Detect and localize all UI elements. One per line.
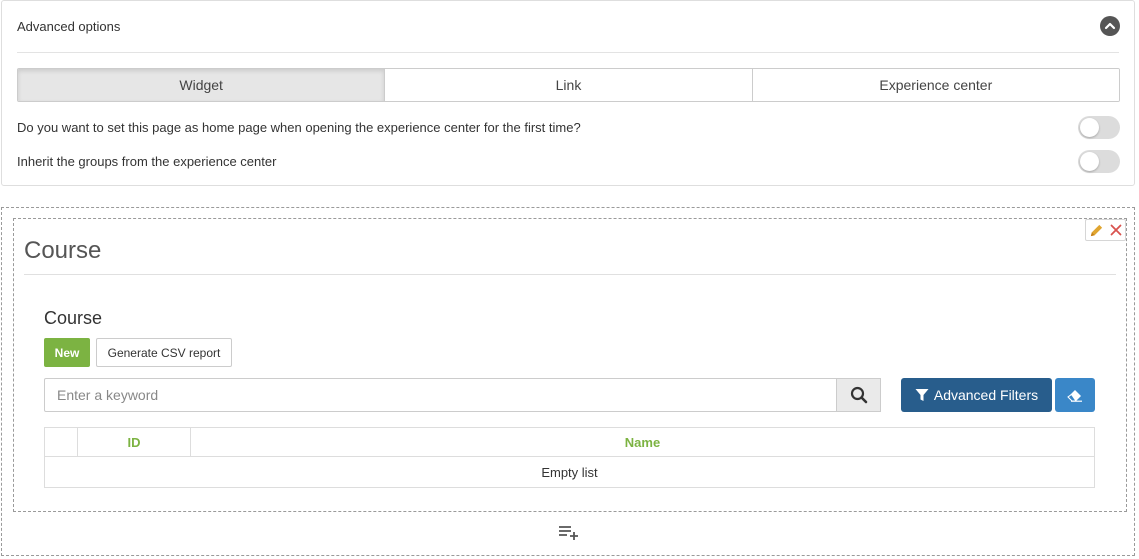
toggle-knob bbox=[1080, 117, 1099, 137]
table-row: Empty list bbox=[44, 456, 1095, 488]
tab-experience-center[interactable]: Experience center bbox=[752, 69, 1119, 101]
search-button[interactable] bbox=[836, 378, 881, 412]
course-widget: Course Course New Generate CSV report Ad… bbox=[13, 218, 1127, 512]
course-table: ID Name Empty list bbox=[44, 427, 1095, 488]
home-page-toggle[interactable] bbox=[1078, 115, 1120, 139]
widget-toolbar bbox=[1085, 219, 1126, 241]
list-title: Course bbox=[44, 308, 103, 328]
generate-csv-button[interactable]: Generate CSV report bbox=[96, 338, 232, 367]
target-segmented-control: Widget Link Experience center bbox=[17, 68, 1120, 102]
tab-widget[interactable]: Widget bbox=[18, 69, 386, 101]
divider bbox=[17, 52, 1119, 53]
option-row-inherit-groups: Inherit the groups from the experience c… bbox=[17, 149, 1120, 173]
option-label-home-page: Do you want to set this page as home pag… bbox=[17, 119, 581, 135]
widget-drop-zone: Course Course New Generate CSV report Ad… bbox=[1, 207, 1135, 556]
toggle-knob bbox=[1080, 151, 1099, 171]
tab-link[interactable]: Link bbox=[385, 69, 753, 101]
chevron-up-icon bbox=[1104, 22, 1116, 30]
id-column-header[interactable]: ID bbox=[77, 427, 191, 457]
select-column-header bbox=[44, 427, 78, 457]
search-icon bbox=[850, 386, 867, 404]
advanced-filters-button[interactable]: Advanced Filters bbox=[901, 378, 1052, 412]
divider bbox=[24, 274, 1116, 275]
pencil-icon bbox=[1090, 224, 1103, 236]
edit-widget-button[interactable] bbox=[1089, 223, 1104, 238]
option-label-inherit-groups: Inherit the groups from the experience c… bbox=[17, 153, 277, 169]
inherit-groups-toggle[interactable] bbox=[1078, 149, 1120, 173]
widget-title: Course bbox=[24, 237, 102, 264]
option-row-home-page: Do you want to set this page as home pag… bbox=[17, 115, 1120, 139]
advanced-filters-label: Advanced Filters bbox=[933, 387, 1039, 403]
add-widget-button[interactable] bbox=[557, 523, 581, 543]
collapse-button[interactable] bbox=[1100, 16, 1120, 36]
remove-widget-button[interactable] bbox=[1110, 224, 1122, 236]
advanced-options-title: Advanced options bbox=[17, 19, 121, 34]
new-button[interactable]: New bbox=[44, 338, 90, 367]
playlist-add-icon bbox=[559, 526, 578, 540]
close-icon bbox=[1110, 224, 1122, 236]
advanced-options-panel: Advanced options Widget Link Experience … bbox=[1, 0, 1135, 186]
name-column-header[interactable]: Name bbox=[190, 427, 1095, 457]
eraser-icon bbox=[1067, 390, 1082, 402]
search-input[interactable] bbox=[44, 378, 837, 412]
clear-filters-button[interactable] bbox=[1055, 378, 1095, 412]
empty-list-message: Empty list bbox=[44, 456, 1095, 488]
filter-icon bbox=[915, 389, 929, 401]
table-header-row: ID Name bbox=[44, 427, 1095, 457]
